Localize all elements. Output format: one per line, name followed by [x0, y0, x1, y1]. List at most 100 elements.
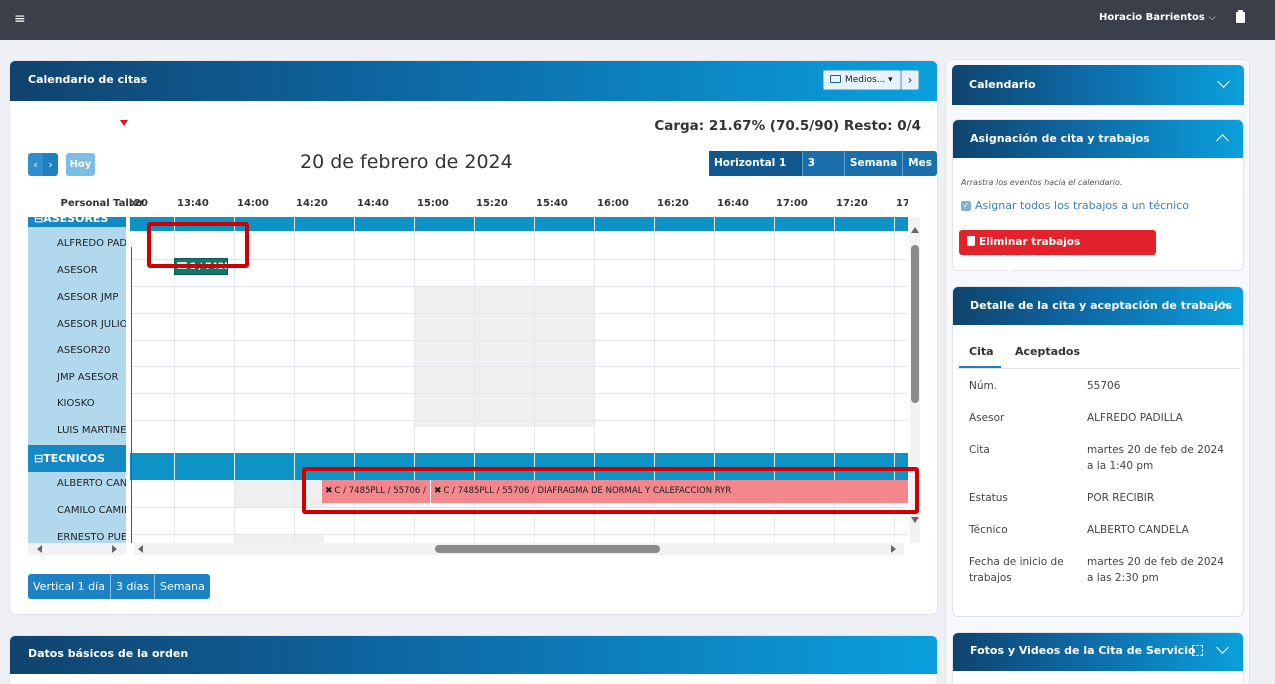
media-button-label: Medios... — [845, 75, 886, 85]
view-vertical-3-days[interactable]: 3 días — [110, 574, 155, 599]
resource-column: ⊟ASESORES ALFREDO PADILLA ASESOR ASESOR … — [28, 217, 126, 543]
group-asesores-label: ASESORES — [43, 217, 109, 225]
field-value: ALFREDO PADILLA — [1087, 412, 1183, 424]
time-label: 17 — [896, 198, 908, 209]
appointment-detail-card: Detalle de la cita y aceptación de traba… — [952, 286, 1244, 617]
group-collapse-icon: ⊟ — [34, 217, 44, 225]
photos-videos-card: Fotos y Videos de la Cita de Servicio — [952, 632, 1244, 684]
view-3-days[interactable]: 3 días — [802, 151, 845, 194]
scroll-down-arrow-icon[interactable] — [911, 517, 919, 523]
assignment-card-title: Asignación de cita y trabajos — [970, 132, 1150, 145]
current-time-line — [131, 247, 132, 543]
view-horizontal-1-day[interactable]: Horizontal 1 día — [709, 151, 803, 194]
hamburger-menu-icon[interactable]: ≡ — [14, 11, 26, 27]
view-vertical-week[interactable]: Semana — [154, 574, 210, 599]
drag-hint: Arrastra los eventos hacia el calendario… — [961, 178, 1123, 187]
timeline-horizontal-scrollbar[interactable] — [134, 543, 904, 555]
calendar-picker-header[interactable]: Calendario — [952, 65, 1244, 105]
horizontal-scroll-thumb[interactable] — [435, 545, 660, 553]
view-week[interactable]: Semana — [844, 151, 904, 176]
trash-icon — [967, 236, 975, 246]
resource-row: KIOSKO — [57, 398, 95, 409]
resource-row: ERNESTO PUENTE — [57, 532, 126, 543]
assign-all-checkbox[interactable]: ✓ — [961, 201, 971, 211]
vertical-view-switcher: Vertical 1 día 3 días Semana — [28, 574, 210, 599]
row-divider — [130, 340, 908, 341]
resource-row: ALBERTO CANDELA — [57, 478, 126, 489]
current-time-marker-icon — [120, 120, 128, 126]
field-label: Asesor — [969, 412, 1005, 424]
row-divider — [130, 286, 908, 287]
resource-row: ASESOR JULIO — [57, 319, 126, 330]
calendar-card: Calendario de citas Medios... ▾ › Carga:… — [9, 60, 938, 615]
detail-tabs: Cita Aceptados — [953, 343, 1245, 368]
time-label: 17:00 — [776, 198, 808, 209]
tab-cita[interactable]: Cita — [959, 343, 1001, 368]
calendar-card-title: Calendario de citas — [28, 73, 148, 86]
scroll-left-arrow-icon[interactable] — [138, 545, 143, 553]
media-dropdown-button[interactable]: Medios... ▾ — [823, 70, 901, 90]
view-month[interactable]: Mes — [903, 151, 937, 176]
column-divider — [294, 217, 295, 543]
time-header: :20 13:40 14:00 14:20 14:40 15:00 15:20 … — [130, 191, 908, 217]
user-menu[interactable]: Horacio Barrientos ⌵ — [1099, 12, 1216, 23]
vertical-scroll-thumb[interactable] — [911, 245, 919, 403]
row-divider — [130, 313, 908, 314]
order-card-header[interactable]: Datos básicos de la orden — [10, 636, 937, 674]
field-label: Técnico — [969, 524, 1008, 536]
delete-preloaded-jobs-button[interactable]: Eliminar trabajos precargados — [959, 230, 1156, 273]
field-value: ALBERTO CANDELA — [1087, 524, 1189, 536]
time-label: 15:40 — [536, 198, 568, 209]
prev-day-button[interactable]: ‹ — [28, 153, 43, 176]
time-label: 15:00 — [417, 198, 449, 209]
scroll-left-arrow-icon[interactable] — [37, 545, 42, 553]
resource-row: ASESOR — [57, 265, 98, 276]
scroll-right-arrow-icon[interactable] — [112, 545, 117, 553]
top-bar: ≡ Horacio Barrientos ⌵ — [0, 0, 1275, 40]
time-label: 15:20 — [476, 198, 508, 209]
group-tecnicos[interactable]: ⊟TECNICOS — [28, 445, 126, 472]
resource-row: ALFREDO PADILLA — [57, 238, 126, 249]
resource-horizontal-scrollbar[interactable] — [28, 543, 126, 555]
calendar-picker-card: Calendario — [952, 65, 1244, 105]
calendar-picker-title: Calendario — [969, 78, 1036, 91]
chevron-down-icon[interactable] — [1216, 641, 1229, 654]
chevron-up-icon[interactable] — [1216, 134, 1229, 147]
scroll-up-arrow-icon[interactable] — [911, 227, 919, 233]
resource-row: ASESOR20 — [57, 345, 111, 356]
tab-aceptados[interactable]: Aceptados — [1015, 343, 1080, 368]
scroll-right-arrow-icon[interactable] — [891, 545, 896, 553]
order-card-title: Datos básicos de la orden — [28, 647, 189, 660]
tabs-divider — [957, 368, 1240, 369]
field-label: Fecha de inicio de trabajos — [969, 556, 1064, 584]
next-day-button[interactable]: › — [43, 153, 58, 176]
time-label: 16:00 — [597, 198, 629, 209]
assignment-card: Asignación de cita y trabajos Arrastra l… — [952, 119, 1244, 273]
view-switcher: Horizontal 1 día 3 días Semana Mes — [709, 151, 937, 194]
assignment-card-header[interactable]: Asignación de cita y trabajos — [953, 120, 1243, 158]
field-value: martes 20 de feb de 2024 a las 2:30 pm — [1087, 556, 1224, 584]
delete-button-label: Eliminar trabajos precargados — [967, 236, 1081, 273]
calendar-date-title: 20 de febrero de 2024 — [300, 151, 513, 173]
row-divider — [130, 366, 908, 367]
header-next-button[interactable]: › — [901, 70, 919, 90]
photos-card-header[interactable]: Fotos y Videos de la Cita de Servicio — [953, 633, 1243, 671]
order-basic-data-card: Datos básicos de la orden — [9, 635, 938, 684]
clipboard-icon[interactable] — [1236, 10, 1245, 23]
detail-card-header[interactable]: Detalle de la cita y aceptación de traba… — [953, 287, 1243, 325]
caret-down-icon: ▾ — [888, 75, 893, 85]
today-button[interactable]: Hoy — [66, 153, 95, 176]
group-asesores[interactable]: ⊟ASESORES — [28, 217, 126, 227]
assign-all-label[interactable]: Asignar todos los trabajos a un técnico — [975, 199, 1189, 212]
field-label: Núm. — [969, 380, 998, 392]
view-vertical-1-day[interactable]: Vertical 1 día — [28, 574, 111, 599]
time-label: 14:20 — [296, 198, 328, 209]
calendar-card-header: Calendario de citas Medios... ▾ › — [10, 61, 937, 101]
row-divider — [130, 393, 908, 394]
resource-row: JMP ASESOR — [57, 372, 119, 383]
field-label: Cita — [969, 444, 990, 456]
fullscreen-icon[interactable] — [1192, 645, 1203, 656]
group-collapse-icon: ⊟ — [34, 452, 44, 465]
chevron-down-icon[interactable] — [1217, 75, 1230, 88]
time-label: 14:00 — [237, 198, 269, 209]
